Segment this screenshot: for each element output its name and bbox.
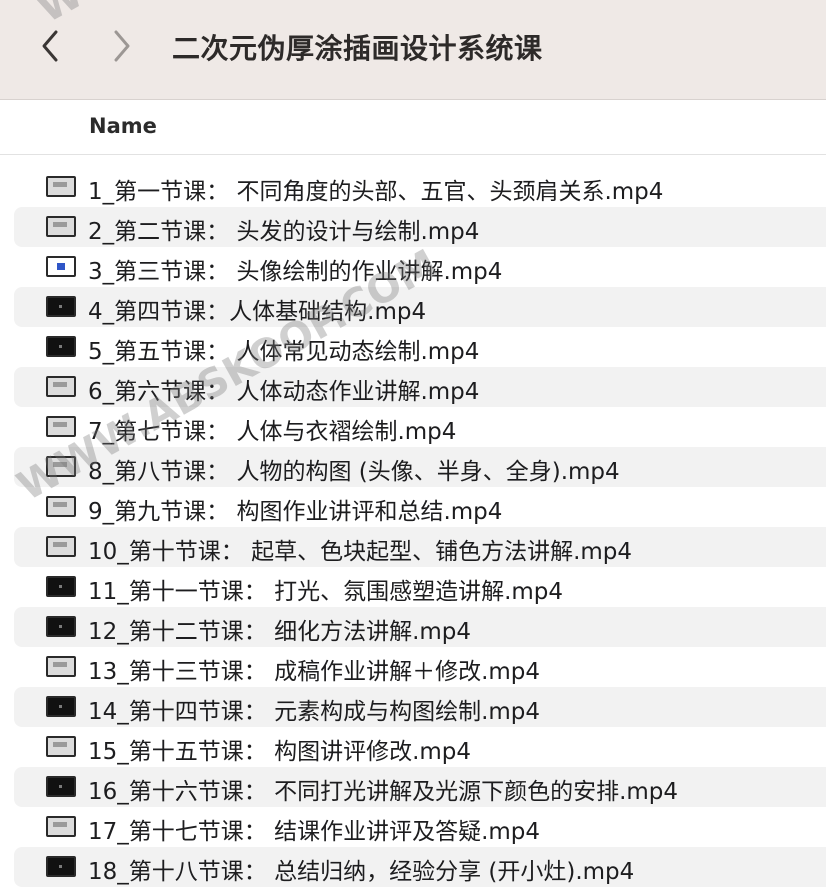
video-thumbnail-icon	[46, 416, 76, 437]
file-name: 9_第九节课： 构图作业讲评和总结.mp4	[88, 499, 503, 525]
window-title: 二次元伪厚涂插画设计系统课	[172, 32, 543, 65]
file-row[interactable]: 6_第六节课： 人体动态作业讲解.mp4	[14, 367, 826, 407]
chevron-left-icon	[42, 30, 58, 62]
file-list: 1_第一节课： 不同角度的头部、五官、头颈肩关系.mp4 2_第二节课： 头发的设…	[0, 167, 826, 887]
name-column-header[interactable]: Name	[89, 114, 157, 138]
chevron-right-icon	[114, 30, 130, 62]
file-name: 15_第十五节课： 构图讲评修改.mp4	[88, 739, 472, 765]
video-thumbnail-icon	[46, 536, 76, 557]
file-name: 13_第十三节课： 成稿作业讲解＋修改.mp4	[88, 659, 541, 685]
file-name: 11_第十一节课： 打光、氛围感塑造讲解.mp4	[88, 579, 564, 605]
video-thumbnail-icon	[46, 816, 76, 837]
file-row[interactable]: 12_第十二节课： 细化方法讲解.mp4	[14, 607, 826, 647]
file-row[interactable]: 10_第十节课： 起草、色块起型、铺色方法讲解.mp4	[14, 527, 826, 567]
file-row[interactable]: 7_第七节课： 人体与衣褶绘制.mp4	[14, 407, 826, 447]
video-thumbnail-icon	[46, 776, 76, 797]
file-row[interactable]: 4_第四节课：人体基础结构.mp4	[14, 287, 826, 327]
file-row[interactable]: 1_第一节课： 不同角度的头部、五官、头颈肩关系.mp4	[14, 167, 826, 207]
file-row[interactable]: 5_第五节课： 人体常见动态绘制.mp4	[14, 327, 826, 367]
column-header: Name	[0, 100, 826, 155]
video-thumbnail-icon	[46, 456, 76, 477]
video-thumbnail-icon	[46, 256, 76, 277]
video-thumbnail-icon	[46, 336, 76, 357]
file-row[interactable]: 3_第三节课： 头像绘制的作业讲解.mp4	[14, 247, 826, 287]
file-row[interactable]: 11_第十一节课： 打光、氛围感塑造讲解.mp4	[14, 567, 826, 607]
video-thumbnail-icon	[46, 616, 76, 637]
file-row[interactable]: 15_第十五节课： 构图讲评修改.mp4	[14, 727, 826, 767]
file-name: 12_第十二节课： 细化方法讲解.mp4	[88, 619, 472, 645]
file-name: 18_第十八节课： 总结归纳，经验分享 (开小灶).mp4	[88, 859, 635, 885]
file-name: 1_第一节课： 不同角度的头部、五官、头颈肩关系.mp4	[88, 179, 664, 205]
file-name: 5_第五节课： 人体常见动态绘制.mp4	[88, 339, 480, 365]
file-name: 4_第四节课：人体基础结构.mp4	[88, 299, 427, 325]
video-thumbnail-icon	[46, 376, 76, 397]
video-thumbnail-icon	[46, 696, 76, 717]
file-name: 14_第十四节课： 元素构成与构图绘制.mp4	[88, 699, 541, 725]
file-name: 17_第十七节课： 结课作业讲评及答疑.mp4	[88, 819, 541, 845]
video-thumbnail-icon	[46, 856, 76, 877]
finder-toolbar: 二次元伪厚涂插画设计系统课	[0, 0, 826, 100]
file-name: 3_第三节课： 头像绘制的作业讲解.mp4	[88, 259, 503, 285]
file-name: 8_第八节课： 人物的构图 (头像、半身、全身).mp4	[88, 459, 620, 485]
file-row[interactable]: 18_第十八节课： 总结归纳，经验分享 (开小灶).mp4	[14, 847, 826, 887]
file-row[interactable]: 9_第九节课： 构图作业讲评和总结.mp4	[14, 487, 826, 527]
file-row[interactable]: 2_第二节课： 头发的设计与绘制.mp4	[14, 207, 826, 247]
back-button[interactable]	[32, 28, 68, 64]
file-name: 6_第六节课： 人体动态作业讲解.mp4	[88, 379, 480, 405]
video-thumbnail-icon	[46, 656, 76, 677]
file-name: 10_第十节课： 起草、色块起型、铺色方法讲解.mp4	[88, 539, 633, 565]
file-row[interactable]: 13_第十三节课： 成稿作业讲解＋修改.mp4	[14, 647, 826, 687]
file-row[interactable]: 17_第十七节课： 结课作业讲评及答疑.mp4	[14, 807, 826, 847]
video-thumbnail-icon	[46, 576, 76, 597]
video-thumbnail-icon	[46, 176, 76, 197]
forward-button[interactable]	[104, 28, 140, 64]
file-row[interactable]: 16_第十六节课： 不同打光讲解及光源下颜色的安排.mp4	[14, 767, 826, 807]
video-thumbnail-icon	[46, 216, 76, 237]
file-row[interactable]: 8_第八节课： 人物的构图 (头像、半身、全身).mp4	[14, 447, 826, 487]
file-name: 16_第十六节课： 不同打光讲解及光源下颜色的安排.mp4	[88, 779, 679, 805]
file-name: 2_第二节课： 头发的设计与绘制.mp4	[88, 219, 480, 245]
video-thumbnail-icon	[46, 736, 76, 757]
video-thumbnail-icon	[46, 296, 76, 317]
file-row[interactable]: 14_第十四节课： 元素构成与构图绘制.mp4	[14, 687, 826, 727]
file-name: 7_第七节课： 人体与衣褶绘制.mp4	[88, 419, 457, 445]
video-thumbnail-icon	[46, 496, 76, 517]
